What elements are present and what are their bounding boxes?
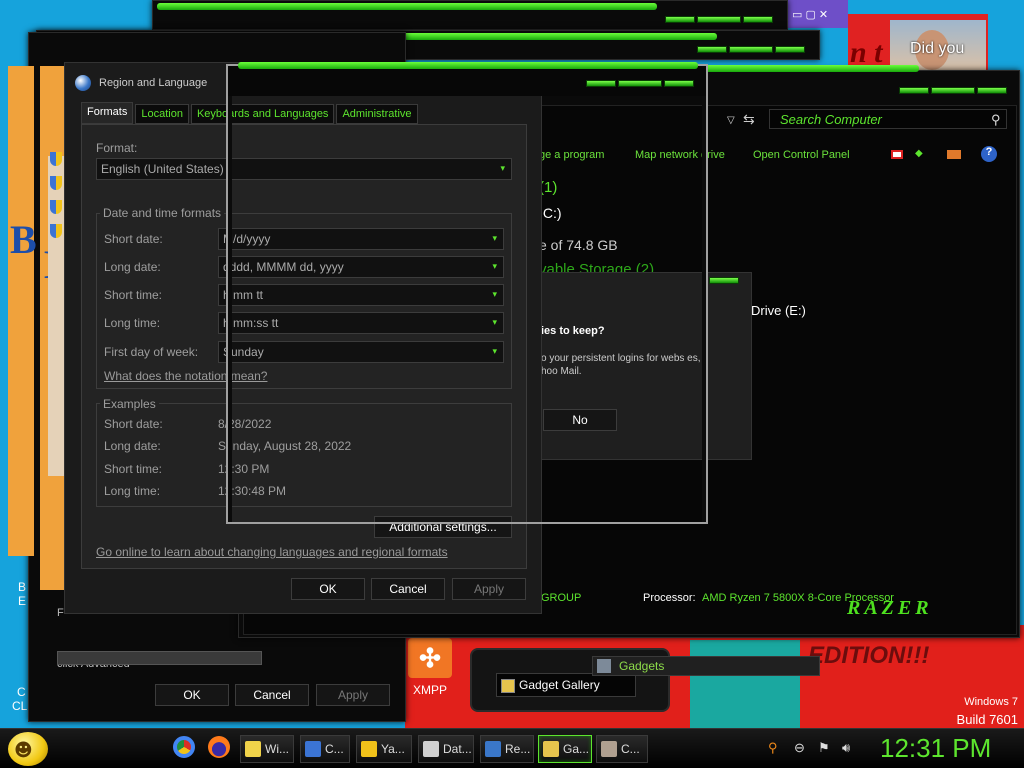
sysprop-apply-button[interactable]: Apply [316, 684, 390, 706]
tab-formats[interactable]: Formats [81, 102, 134, 124]
window-controls[interactable] [665, 16, 773, 23]
overlay-left-border [228, 96, 232, 522]
tray-status-icon[interactable]: ⊖ [794, 740, 805, 756]
taskbar-clock[interactable]: 12:31 PM [880, 733, 991, 764]
gadget-gallery-label: Gadget Gallery [519, 678, 600, 692]
sysprop-field [57, 651, 262, 665]
taskbar-button-windows-explorer[interactable]: Wi... [240, 735, 294, 763]
gadget-gallery-button[interactable]: Gadget Gallery [496, 673, 636, 697]
short-date-label: Short date: [104, 232, 163, 246]
taskbar-button-gadgets[interactable]: Ga... [538, 735, 592, 763]
drive-e-label[interactable]: Drive (E:) [751, 303, 806, 318]
cookie-dialog-controls[interactable] [709, 277, 739, 284]
example-short-time-label: Short time: [104, 462, 163, 476]
sysprop-cancel-button[interactable]: Cancel [235, 684, 309, 706]
refresh-icon[interactable]: ⇆ [743, 111, 755, 128]
taskbar-button-computer[interactable]: C... [596, 735, 648, 763]
label-e: E [18, 594, 27, 608]
action-center-flag-icon[interactable]: ⚑ [818, 740, 830, 756]
dialog-title: Region and Language [99, 77, 208, 89]
window-controls-2[interactable] [697, 46, 805, 53]
long-date-label: Long date: [104, 260, 161, 274]
overlay-window-titlebar [228, 62, 706, 96]
taskbar-label: Dat... [443, 742, 472, 756]
date-time-formats-title: Date and time formats [100, 206, 225, 220]
wallpaper-stripe [690, 640, 800, 728]
taskbar-button-yahoo[interactable]: Ya... [356, 735, 412, 763]
open-control-panel-link[interactable]: Open Control Panel [753, 149, 850, 161]
taskbar-label: Ga... [563, 742, 590, 756]
search-icon[interactable]: ⚲ [991, 112, 1001, 128]
firefox-icon[interactable] [208, 736, 230, 758]
dropdown-arrow-icon[interactable]: ▽ [727, 115, 735, 126]
back-window-top [152, 0, 788, 30]
apply-button[interactable]: Apply [452, 578, 526, 600]
example-short-date-label: Short date: [104, 417, 163, 431]
example-long-time-label: Long time: [104, 484, 161, 498]
taskbar-label: C... [325, 742, 344, 756]
taskbar-button-document[interactable]: C... [300, 735, 350, 763]
desktop-icon-label-b[interactable]: B E [18, 580, 26, 608]
volume-icon[interactable]: 🔊︎ [842, 740, 850, 756]
preview-icon[interactable] [947, 150, 961, 159]
sysprop-text-line1: F [57, 607, 64, 619]
online-languages-link[interactable]: Go online to learn about changing langua… [96, 545, 448, 559]
pane-icon[interactable]: ◆ [915, 148, 923, 159]
search-computer-input[interactable]: Search Computer [769, 109, 1007, 129]
shield-icon [50, 200, 62, 214]
xampp-icon[interactable]: ✣ [408, 638, 452, 678]
processor-label: Processor: [643, 592, 696, 604]
edition-text: EDITION!!! [808, 642, 930, 669]
overlay-window-controls[interactable] [586, 80, 694, 87]
windows-build-watermark: Windows 7 Build 7601 [957, 694, 1018, 728]
label-b: B [18, 580, 27, 594]
cancel-button[interactable]: Cancel [371, 578, 445, 600]
video-caption: Did you [910, 40, 965, 57]
view-icon[interactable] [891, 150, 903, 159]
overlay-window-frame [226, 62, 708, 524]
sysprop-ok-button[interactable]: OK [155, 684, 229, 706]
shield-icon [50, 176, 62, 190]
computer-window-controls[interactable] [899, 87, 1007, 94]
razer-logo: RAZER [847, 597, 933, 619]
taskbar-label: Re... [505, 742, 531, 756]
short-time-label: Short time: [104, 288, 163, 302]
taskbar-label: Ya... [381, 742, 405, 756]
shield-icon [50, 152, 62, 166]
first-day-of-week-label: First day of week: [104, 345, 199, 359]
gadgets-taskbar-preview[interactable]: Gadgets [592, 656, 820, 676]
examples-title: Examples [100, 397, 159, 411]
windows-version-text: Windows 7 [964, 696, 1018, 708]
example-long-date-label: Long date: [104, 439, 161, 453]
windows-build-text: Build 7601 [956, 712, 1018, 727]
globe-icon [75, 75, 91, 91]
taskbar-button-region[interactable]: Re... [480, 735, 534, 763]
smiley-start-icon: ☻ [14, 740, 33, 761]
purple-window-controls[interactable]: ▭ ▢ ✕ [792, 8, 828, 21]
tab-location[interactable]: Location [135, 104, 189, 124]
long-time-label: Long time: [104, 316, 161, 330]
shield-icon [50, 224, 62, 238]
taskbar-label: Wi... [265, 742, 289, 756]
help-icon[interactable]: ? [981, 146, 997, 162]
search-tray-icon[interactable]: ⚲ [768, 740, 778, 756]
taskbar-label: C... [621, 742, 640, 756]
workgroup-value: GROUP [541, 592, 582, 604]
taskbar-button-date-time[interactable]: Dat... [418, 735, 474, 763]
chrome-icon[interactable] [173, 736, 195, 758]
format-label: Format: [96, 141, 138, 155]
browser-letter: B [10, 217, 37, 262]
browser-window-edge: B [8, 66, 37, 556]
xmpp-icon-label[interactable]: XMPP [404, 683, 456, 697]
ok-button[interactable]: OK [291, 578, 365, 600]
overlay-right-border [702, 96, 706, 522]
